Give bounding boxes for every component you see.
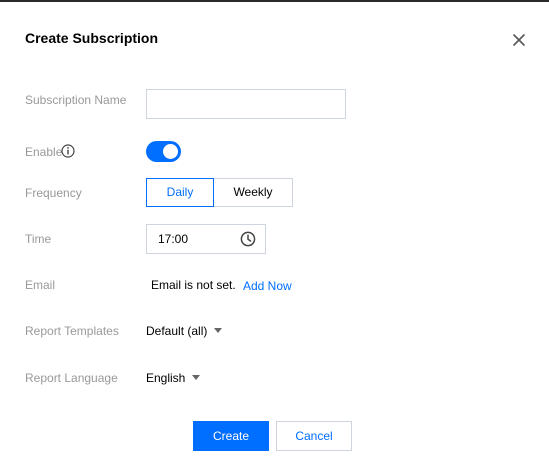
email-status-text: Email is not set. (151, 278, 236, 292)
subscription-name-input[interactable] (146, 89, 346, 119)
report-language-value: English (146, 371, 186, 385)
create-button[interactable]: Create (193, 421, 269, 451)
caret-down-icon (192, 375, 201, 380)
info-icon[interactable] (61, 144, 75, 158)
frequency-label: Frequency (25, 186, 82, 200)
frequency-option-weekly[interactable]: Weekly (213, 178, 293, 207)
report-templates-label: Report Templates (25, 324, 119, 338)
dialog-title: Create Subscription (25, 30, 159, 46)
report-language-select[interactable]: English (146, 370, 201, 386)
cancel-button[interactable]: Cancel (276, 421, 352, 451)
enable-label: Enable (25, 145, 63, 159)
enable-toggle[interactable] (146, 141, 181, 162)
email-label: Email (25, 278, 56, 292)
report-templates-value: Default (all) (146, 324, 208, 338)
close-icon[interactable] (510, 31, 528, 49)
add-email-link[interactable]: Add Now (243, 278, 292, 294)
subscription-name-label: Subscription Name (25, 93, 127, 107)
window-top-border (0, 0, 549, 2)
report-templates-select[interactable]: Default (all) (146, 323, 223, 339)
frequency-option-daily[interactable]: Daily (146, 178, 214, 207)
caret-down-icon (214, 328, 223, 333)
time-label: Time (25, 232, 52, 246)
report-language-label: Report Language (25, 371, 118, 385)
clock-icon[interactable] (240, 231, 256, 247)
toggle-knob (163, 144, 178, 159)
